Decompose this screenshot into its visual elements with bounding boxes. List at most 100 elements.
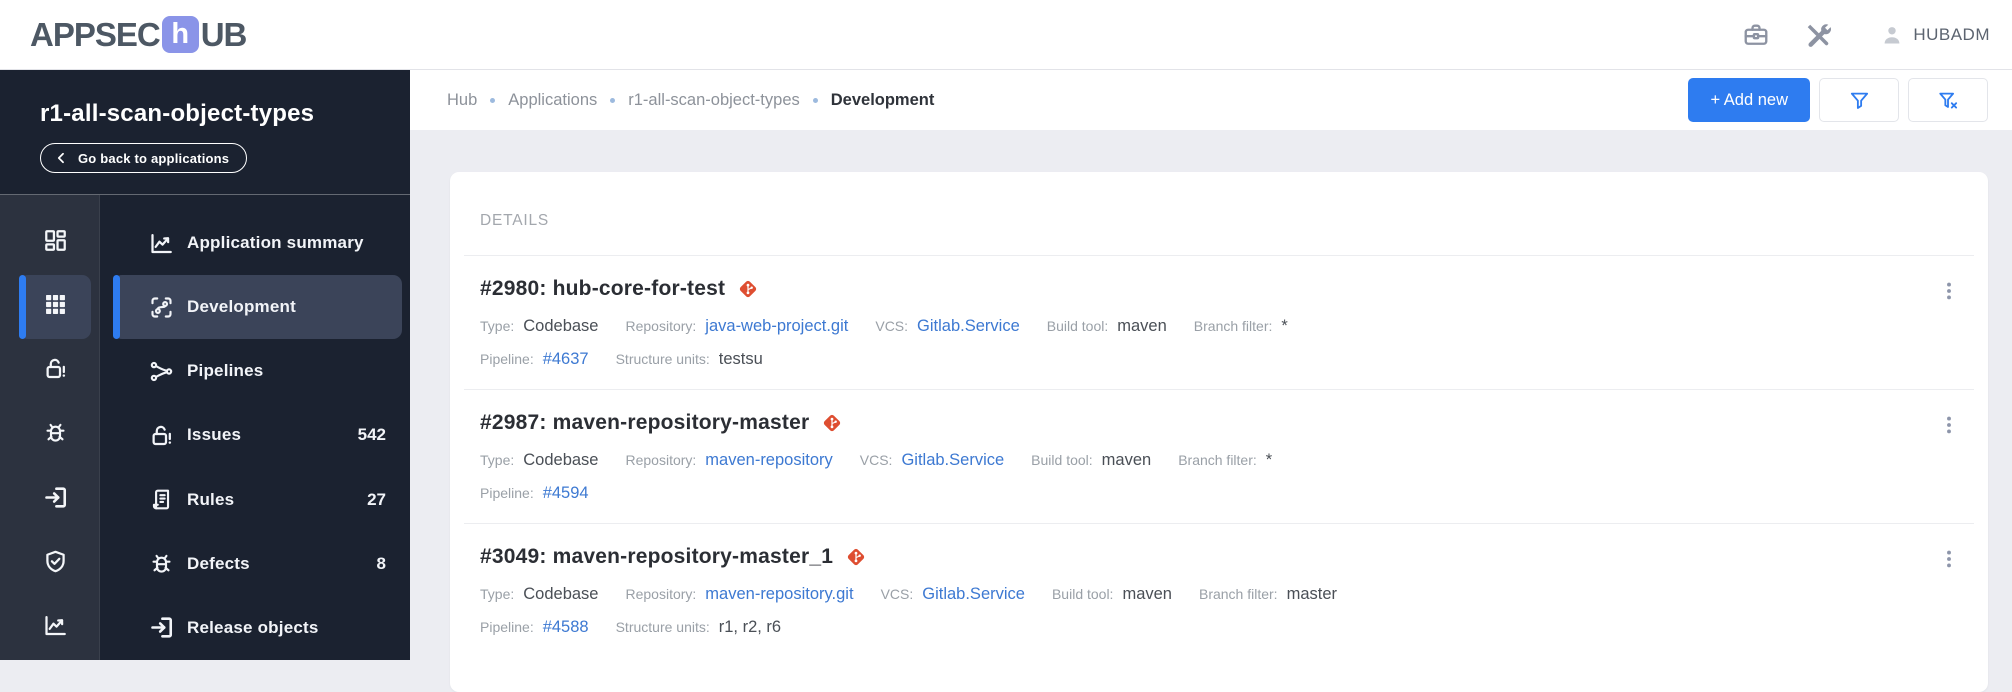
meta-label: Structure units: <box>615 351 710 367</box>
meta-value: testsu <box>718 350 763 368</box>
meta-pair: Type: Codebase <box>480 583 598 606</box>
meta-value: * <box>1281 317 1288 335</box>
meta-pair: VCS: Gitlab.Service <box>881 583 1025 606</box>
meta-pair: Pipeline: #4588 <box>480 616 589 639</box>
add-new-button[interactable]: + Add new <box>1688 78 1810 122</box>
sidebar-item-label: Defects <box>187 553 250 573</box>
meta-line: Pipeline: #4594 <box>480 482 1918 505</box>
user-icon <box>1880 23 1904 47</box>
rail-item-lock-alert[interactable] <box>19 339 91 403</box>
meta-label: Build tool: <box>1051 586 1114 602</box>
meta-label: Repository: <box>625 452 697 468</box>
filter-button[interactable] <box>1819 78 1899 122</box>
app-root: APPSEC h UB HUBADM r1-all-scan-object-ty… <box>0 0 2012 692</box>
sidebar-item-issues[interactable]: Issues 542 <box>113 403 402 467</box>
meta-line: Type: Codebase Repository: maven-repository… <box>480 449 1918 472</box>
meta-value: maven <box>1101 451 1152 469</box>
header-actions: HUBADM <box>1738 17 1990 53</box>
sidebar-item-development[interactable]: Development <box>113 275 402 340</box>
meta-value-link[interactable]: #4594 <box>543 482 589 505</box>
meta-label: Repository: <box>625 586 697 602</box>
git-icon <box>737 278 759 300</box>
meta-value-link[interactable]: Gitlab.Service <box>917 315 1020 338</box>
meta-label: VCS: <box>859 452 893 468</box>
rail-item-dashboard[interactable] <box>19 211 91 275</box>
go-back-button[interactable]: Go back to applications <box>40 143 248 173</box>
content-header: Hub Applications r1-all-scan-object-types D… <box>410 70 2012 130</box>
meta-value: Codebase <box>523 317 599 335</box>
row-menu-button[interactable] <box>1934 544 1964 577</box>
sidebar-item-pipelines[interactable]: Pipelines <box>113 339 402 403</box>
briefcase-button[interactable] <box>1738 17 1774 53</box>
sidebar-item-defects[interactable]: Defects 8 <box>113 532 402 596</box>
rail-item-sign-in[interactable] <box>19 468 91 532</box>
tools-icon <box>1804 21 1832 49</box>
meta-value-link[interactable]: maven-repository.git <box>705 583 853 606</box>
user-menu[interactable]: HUBADM <box>1880 23 1990 47</box>
rules-icon <box>148 486 175 513</box>
meta-value: maven <box>1122 585 1172 603</box>
rail-item-shield-check[interactable] <box>19 532 91 596</box>
meta-value: Codebase <box>523 585 599 603</box>
meta-pair: Branch filter: * <box>1194 315 1288 338</box>
meta-pair: VCS: Gitlab.Service <box>860 449 1004 472</box>
breadcrumb-item-applications[interactable]: Applications <box>508 91 597 110</box>
clear-filter-button[interactable] <box>1908 78 1988 122</box>
meta-value: * <box>1265 451 1273 469</box>
meta-pair: VCS: Gitlab.Service <box>875 315 1019 338</box>
meta-pair: Build tool: maven <box>1052 583 1172 606</box>
sidebar-item-application-summary[interactable]: Application summary <box>113 211 402 275</box>
briefcase-icon <box>1742 21 1770 49</box>
codebase-title: #2987: maven-repository-master <box>480 411 810 434</box>
logo-text-left: APPSEC <box>30 15 161 53</box>
sidebar-item-release-objects[interactable]: Release objects <box>113 596 402 660</box>
admin-tools-button[interactable] <box>1800 17 1836 53</box>
meta-value-link[interactable]: maven-repository <box>705 449 832 472</box>
dashboard-icon <box>42 227 69 259</box>
meta-value-link[interactable]: #4637 <box>543 348 589 371</box>
meta-value-link[interactable]: Gitlab.Service <box>901 449 1004 472</box>
username: HUBADM <box>1913 24 1990 44</box>
git-icon <box>821 412 843 434</box>
meta-value: maven <box>1117 317 1167 335</box>
sidebar-item-rules[interactable]: Rules 27 <box>113 468 402 532</box>
meta-label: VCS: <box>880 586 914 602</box>
sidebar-header: r1-all-scan-object-types Go back to appl… <box>0 70 410 194</box>
development-icon <box>148 294 175 321</box>
apps-grid-icon <box>42 291 69 323</box>
meta-pair: Build tool: maven <box>1047 315 1167 338</box>
bug-icon <box>42 419 69 451</box>
meta-value-link[interactable]: java-web-project.git <box>705 315 848 338</box>
meta-label: Branch filter: <box>1178 452 1257 468</box>
breadcrumb-item-r1-all-scan-object-types[interactable]: r1-all-scan-object-types <box>628 91 799 110</box>
meta-line: Type: Codebase Repository: java-web-project… <box>480 315 1918 338</box>
sidebar-item-badge: 542 <box>357 425 386 445</box>
meta-line: Pipeline: #4637 Structure units: testsu <box>480 348 1918 371</box>
app-logo[interactable]: APPSEC h UB <box>30 15 247 54</box>
rail-item-chart-line[interactable] <box>19 596 91 660</box>
meta-pair: Repository: java-web-project.git <box>625 315 848 338</box>
meta-label: Pipeline: <box>480 619 534 635</box>
meta-line: Type: Codebase Repository: maven-repository… <box>480 583 1918 606</box>
application-title: r1-all-scan-object-types <box>40 100 315 127</box>
codebase-title: #2980: hub-core-for-test <box>480 277 726 300</box>
toolbar-actions: + Add new <box>1688 78 1988 122</box>
sidebar-item-label: Issues <box>187 425 242 445</box>
row-menu-button[interactable] <box>1934 276 1964 309</box>
meta-pair: Repository: maven-repository.git <box>625 583 853 606</box>
sidebar-item-label: Rules <box>187 489 235 509</box>
rail-item-bug[interactable] <box>19 403 91 467</box>
meta-pair: Type: Codebase <box>480 449 598 472</box>
meta-label: Repository: <box>625 318 697 334</box>
breadcrumb-item-hub[interactable]: Hub <box>447 91 477 110</box>
breadcrumb: Hub Applications r1-all-scan-object-types D… <box>447 91 934 110</box>
meta-value-link[interactable]: Gitlab.Service <box>922 583 1025 606</box>
meta-label: VCS: <box>875 318 909 334</box>
logo-h-block: h <box>161 16 199 53</box>
meta-label: Pipeline: <box>480 351 534 367</box>
row-menu-button[interactable] <box>1934 410 1964 443</box>
sidebar-item-label: Pipelines <box>187 361 264 381</box>
meta-value-link[interactable]: #4588 <box>543 616 589 639</box>
main-area: Hub Applications r1-all-scan-object-types D… <box>410 70 2012 692</box>
rail-item-apps-grid[interactable] <box>19 275 91 340</box>
